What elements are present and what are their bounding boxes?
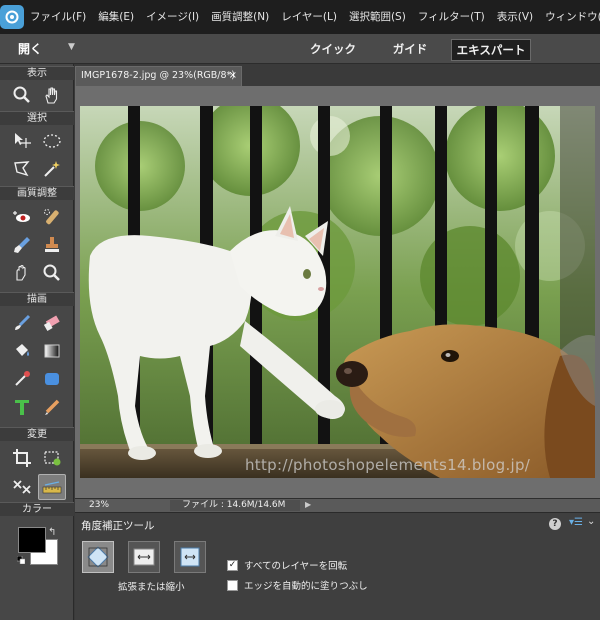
rotate-all-layers-label: すべてのレイヤーを回転 bbox=[244, 561, 348, 572]
straighten-tool-icon[interactable] bbox=[38, 474, 66, 500]
paint-bucket-icon[interactable] bbox=[8, 338, 36, 364]
lasso-tool-icon[interactable] bbox=[8, 156, 36, 182]
elements-logo-icon bbox=[0, 5, 24, 29]
crop-tool-icon[interactable] bbox=[8, 445, 36, 471]
auto-fill-edges-option[interactable]: エッジを自動的に塗りつぶし bbox=[227, 578, 368, 592]
smudge-tool-icon[interactable] bbox=[8, 260, 36, 286]
section-view: 表示 bbox=[0, 66, 74, 80]
menu-enhance[interactable]: 画質調整(N) bbox=[205, 0, 275, 34]
elliptical-marquee-icon[interactable] bbox=[38, 128, 66, 154]
menubar: ファイル(F) 編集(E) イメージ(I) 画質調整(N) レイヤー(L) 選択… bbox=[0, 0, 600, 34]
smart-brush-icon[interactable] bbox=[8, 232, 36, 258]
panel-menu-icon[interactable]: ▾☰ bbox=[569, 517, 583, 528]
shape-tool-icon[interactable] bbox=[38, 366, 66, 392]
file-size-readout: ファイル : 14.6M/14.6M bbox=[170, 500, 300, 511]
section-color: カラー bbox=[0, 502, 74, 516]
zoom-tool-icon[interactable] bbox=[8, 82, 36, 108]
menu-window[interactable]: ウィンドウ(W) bbox=[539, 0, 600, 34]
tool-options-panel: 角度補正ツール ? ▾☰ ⌄ 拡張または縮小 ✓ すべてのレイヤーを回転 エッジ… bbox=[75, 512, 600, 620]
rotate-all-layers-checkbox[interactable]: ✓ bbox=[227, 559, 238, 571]
original-size-icon bbox=[180, 547, 200, 567]
open-button[interactable]: 開く bbox=[18, 40, 42, 57]
sponge-tool-icon[interactable] bbox=[38, 260, 66, 286]
type-tool-icon[interactable] bbox=[8, 394, 36, 420]
crop-to-remove-icon bbox=[133, 548, 155, 566]
menu-file[interactable]: ファイル(F) bbox=[24, 0, 92, 34]
section-enhance: 画質調整 bbox=[0, 186, 74, 200]
photo-canvas[interactable] bbox=[80, 106, 595, 478]
app-logo[interactable] bbox=[0, 0, 24, 34]
remove-background-mode-button[interactable] bbox=[128, 541, 160, 573]
recompose-tool-icon[interactable] bbox=[38, 445, 66, 471]
spot-healing-brush-icon[interactable] bbox=[38, 204, 66, 230]
open-dropdown-icon[interactable]: ▼ bbox=[68, 42, 75, 52]
original-size-mode-button[interactable] bbox=[174, 541, 206, 573]
auto-fill-edges-checkbox[interactable] bbox=[227, 579, 238, 591]
auto-fill-edges-label: エッジを自動的に塗りつぶし bbox=[244, 581, 368, 592]
zoom-readout[interactable]: 23% bbox=[89, 500, 109, 510]
menu-edit[interactable]: 編集(E) bbox=[92, 0, 140, 34]
section-select: 選択 bbox=[0, 111, 74, 125]
status-arrow-icon[interactable]: ▶ bbox=[305, 500, 311, 509]
status-bar: 23% ファイル : 14.6M/14.6M ▶ bbox=[75, 498, 600, 512]
tab-guided[interactable]: ガイド bbox=[380, 39, 440, 61]
clone-stamp-icon[interactable] bbox=[38, 232, 66, 258]
document-tab-bar: IMGP1678-2.jpg @ 23%(RGB/8*) × bbox=[75, 64, 600, 86]
swap-colors-icon[interactable]: ↰ bbox=[48, 527, 56, 538]
brush-tool-icon[interactable] bbox=[8, 310, 36, 336]
rotate-all-layers-option[interactable]: ✓ すべてのレイヤーを回転 bbox=[227, 558, 347, 572]
help-icon[interactable]: ? bbox=[549, 518, 561, 530]
eraser-tool-icon[interactable] bbox=[38, 310, 66, 336]
tool-options-title: 角度補正ツール bbox=[81, 520, 155, 532]
default-colors-icon[interactable] bbox=[17, 556, 25, 564]
menu-select[interactable]: 選択範囲(S) bbox=[343, 0, 412, 34]
document-title: IMGP1678-2.jpg @ 23%(RGB/8*) bbox=[81, 70, 235, 81]
menu-view[interactable]: 表示(V) bbox=[491, 0, 539, 34]
mode-label: 拡張または縮小 bbox=[118, 582, 185, 593]
hand-tool-icon[interactable] bbox=[38, 82, 66, 108]
canvas-area[interactable]: http://photoshopelements14.blog.jp/ bbox=[75, 86, 600, 498]
section-modify: 変更 bbox=[0, 427, 74, 441]
gradient-tool-icon[interactable] bbox=[38, 338, 66, 364]
collapse-panel-icon[interactable]: ⌄ bbox=[587, 516, 595, 527]
magic-wand-icon[interactable] bbox=[38, 156, 66, 182]
tab-expert[interactable]: エキスパート bbox=[451, 39, 531, 61]
content-aware-move-icon[interactable] bbox=[8, 474, 36, 500]
move-tool-icon[interactable] bbox=[8, 128, 36, 154]
pencil-tool-icon[interactable] bbox=[38, 394, 66, 420]
document-tab[interactable]: IMGP1678-2.jpg @ 23%(RGB/8*) × bbox=[75, 66, 242, 86]
section-draw: 描画 bbox=[0, 292, 74, 306]
grow-or-shrink-mode-button[interactable] bbox=[82, 541, 114, 573]
mode-bar: 開く ▼ クイック ガイド エキスパート bbox=[0, 34, 600, 64]
close-document-icon[interactable]: × bbox=[229, 67, 237, 85]
menu-image[interactable]: イメージ(I) bbox=[140, 0, 205, 34]
tab-quick[interactable]: クイック bbox=[300, 39, 366, 61]
grow-shrink-icon bbox=[87, 546, 109, 568]
foreground-color-swatch[interactable] bbox=[18, 527, 46, 553]
red-eye-tool-icon[interactable] bbox=[8, 204, 36, 230]
menu-filter[interactable]: フィルター(T) bbox=[412, 0, 491, 34]
watermark-text: http://photoshopelements14.blog.jp/ bbox=[245, 456, 531, 474]
eyedropper-tool-icon[interactable] bbox=[8, 366, 36, 392]
menu-layer[interactable]: レイヤー(L) bbox=[275, 0, 343, 34]
